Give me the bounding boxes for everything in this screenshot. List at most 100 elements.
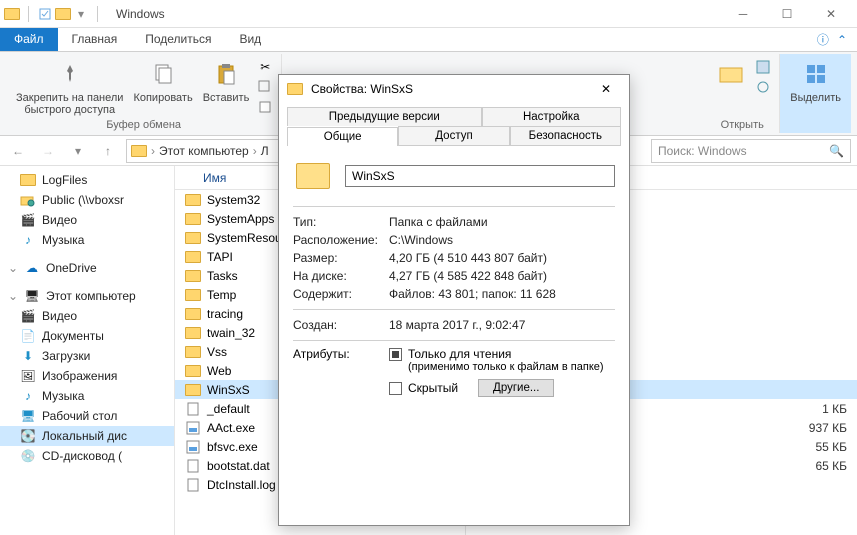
nav-item-video[interactable]: 🎬Видео <box>0 210 174 230</box>
size-cell: 65 КБ <box>777 459 847 473</box>
maximize-button[interactable]: ☐ <box>765 0 809 28</box>
select-button[interactable]: Выделить <box>786 56 845 106</box>
nav-item-onedrive[interactable]: ⌄☁OneDrive <box>0 258 174 278</box>
tab-security[interactable]: Безопасность <box>510 126 621 145</box>
tab-home[interactable]: Главная <box>58 28 132 51</box>
nav-item-pc-cd[interactable]: 💿CD-дисковод ( <box>0 446 174 466</box>
nav-item-pc-localdisk[interactable]: 💽Локальный дис <box>0 426 174 446</box>
cut-icon[interactable]: ✂ <box>255 58 275 76</box>
prop-size-value: 4,20 ГБ (4 510 443 807 байт) <box>389 251 615 265</box>
open-button[interactable] <box>711 56 751 92</box>
nav-item-pc-downloads[interactable]: ⬇Загрузки <box>0 346 174 366</box>
folder-icon <box>185 249 201 265</box>
help-icon[interactable]: ⌃ <box>837 33 847 47</box>
nav-item-pc-video[interactable]: 🎬Видео <box>0 306 174 326</box>
desktop-icon: 🖥 <box>20 408 36 424</box>
video-icon: 🎬 <box>20 212 36 228</box>
paste-shortcut-icon[interactable] <box>255 98 275 116</box>
exe-icon <box>185 439 201 455</box>
exe-icon <box>185 420 201 436</box>
onedrive-icon: ☁ <box>24 260 40 276</box>
tab-file[interactable]: Файл <box>0 28 58 51</box>
history-icon[interactable] <box>753 78 773 96</box>
nav-item-logfiles[interactable]: LogFiles <box>0 170 174 190</box>
copy-icon <box>147 58 179 90</box>
folder-name-input[interactable] <box>345 165 615 187</box>
prop-sizeondisk-label: На диске: <box>293 269 385 283</box>
nav-up-button[interactable]: ↑ <box>96 139 120 163</box>
prop-type-label: Тип: <box>293 215 385 229</box>
paste-button[interactable]: Вставить <box>199 56 254 106</box>
nav-item-pc-pictures[interactable]: 🖼Изображения <box>0 366 174 386</box>
select-icon <box>800 58 832 90</box>
group-clipboard-label: Буфер обмена <box>106 118 181 131</box>
dialog-title: Свойства: WinSxS <box>311 82 413 96</box>
file-name: WinSxS <box>207 383 250 397</box>
file-name: SystemResou <box>207 231 282 245</box>
tab-view[interactable]: Вид <box>225 28 275 51</box>
prop-location-label: Расположение: <box>293 233 385 247</box>
folder-icon <box>185 287 201 303</box>
file-name: SystemApps <box>207 212 274 226</box>
file-icon <box>185 401 201 417</box>
size-cell: 1 КБ <box>777 402 847 416</box>
ribbon-collapse-icon[interactable]: ⓘ <box>817 31 829 48</box>
nav-item-thispc[interactable]: ⌄🖥Этот компьютер <box>0 286 174 306</box>
search-placeholder: Поиск: Windows <box>658 144 747 158</box>
file-name: Temp <box>207 288 236 302</box>
tab-general[interactable]: Общие <box>287 127 398 146</box>
tab-customize[interactable]: Настройка <box>482 107 622 126</box>
folder-icon <box>287 83 303 95</box>
readonly-checkbox[interactable]: Только для чтения (применимо только к фа… <box>389 347 615 373</box>
window-titlebar: ▾ Windows ─ ☐ ✕ <box>0 0 857 28</box>
search-input[interactable]: Поиск: Windows 🔍 <box>651 139 851 163</box>
advanced-button[interactable]: Другие... <box>478 379 554 397</box>
hidden-checkbox[interactable]: Скрытый <box>389 381 458 395</box>
file-name: Vss <box>207 345 227 359</box>
minimize-button[interactable]: ─ <box>721 0 765 28</box>
qat-folder-icon[interactable] <box>55 6 71 22</box>
file-icon <box>185 458 201 474</box>
nav-item-music[interactable]: ♪Музыка <box>0 230 174 250</box>
close-button[interactable]: ✕ <box>809 0 853 28</box>
file-name: System32 <box>207 193 260 207</box>
file-name: twain_32 <box>207 326 255 340</box>
qat-checkbox-icon[interactable] <box>37 6 53 22</box>
folder-icon <box>185 230 201 246</box>
tab-previous-versions[interactable]: Предыдущие версии <box>287 107 482 126</box>
search-icon: 🔍 <box>829 144 844 158</box>
size-cell: 55 КБ <box>777 440 847 454</box>
readonly-label: Только для чтения <box>408 347 604 361</box>
music-icon: ♪ <box>20 232 36 248</box>
copy-button[interactable]: Копировать <box>129 56 196 106</box>
nav-forward-button[interactable]: → <box>36 139 60 163</box>
nav-item-pc-docs[interactable]: 📄Документы <box>0 326 174 346</box>
file-icon <box>185 477 201 493</box>
file-name: DtcInstall.log <box>207 478 276 492</box>
checkbox-icon <box>389 382 402 395</box>
file-name: TAPI <box>207 250 233 264</box>
nav-back-button[interactable]: ← <box>6 139 30 163</box>
disk-icon: 💽 <box>20 428 36 444</box>
nav-item-pc-desktop[interactable]: 🖥Рабочий стол <box>0 406 174 426</box>
nav-item-public[interactable]: Public (\\vboxsr <box>0 190 174 210</box>
tab-sharing[interactable]: Доступ <box>398 126 509 145</box>
pin-button[interactable]: Закрепить на панели быстрого доступа <box>12 56 127 118</box>
folder-icon <box>185 344 201 360</box>
breadcrumb-thispc[interactable]: Этот компьютер <box>159 144 249 158</box>
prop-attributes-label: Атрибуты: <box>293 347 385 397</box>
prop-created-value: 18 марта 2017 г., 9:02:47 <box>389 318 615 332</box>
folder-icon <box>185 363 201 379</box>
edit-icon[interactable] <box>753 58 773 76</box>
nav-item-pc-music[interactable]: ♪Музыка <box>0 386 174 406</box>
qat-dropdown-icon[interactable]: ▾ <box>73 6 89 22</box>
breadcrumb-drive[interactable]: Л <box>261 144 269 158</box>
dialog-close-button[interactable]: ✕ <box>591 78 621 100</box>
nav-tree[interactable]: LogFiles Public (\\vboxsr 🎬Видео ♪Музыка… <box>0 166 175 535</box>
paste-icon <box>210 58 242 90</box>
nav-recent-button[interactable]: ▾ <box>66 139 90 163</box>
copy-path-icon[interactable] <box>255 78 275 96</box>
music-icon: ♪ <box>20 388 36 404</box>
ribbon-tabs: Файл Главная Поделиться Вид ⓘ ⌃ <box>0 28 857 52</box>
tab-share[interactable]: Поделиться <box>131 28 225 51</box>
